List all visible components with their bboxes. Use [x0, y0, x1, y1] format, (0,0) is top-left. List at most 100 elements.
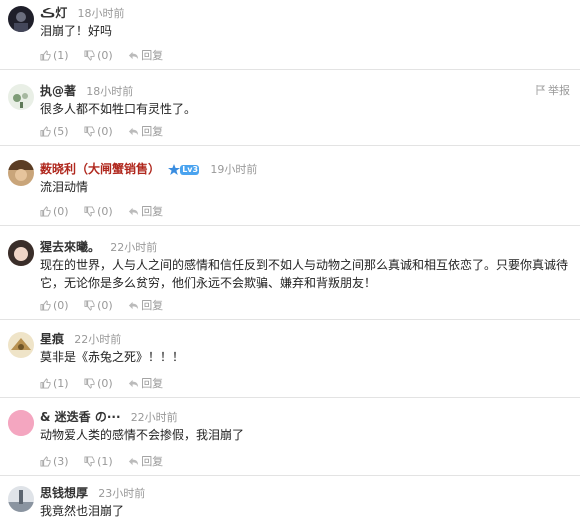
comment-text: 我竟然也泪崩了	[40, 504, 125, 518]
reply-button[interactable]: 回复	[128, 297, 163, 313]
avatar[interactable]	[8, 332, 34, 358]
reply-label: 回复	[141, 299, 164, 312]
comment-item: 猩去來曦。 22小时前 现在的世界，人与人之间的感情和信任反到不如人与动物之间那…	[0, 226, 580, 320]
thumb-down-icon	[84, 300, 95, 311]
username[interactable]: & 迷迭香 の··· 22小时前	[40, 408, 178, 425]
comment-item: 星痕 22小时前 莫非是《赤兔之死》！！！ (1) (0) 回复	[0, 320, 580, 398]
report-label: 举报	[548, 84, 570, 97]
timestamp: 22小时前	[130, 411, 178, 424]
username[interactable]: 星痕 22小时前	[40, 330, 121, 347]
avatar[interactable]	[8, 6, 34, 32]
thumb-up-icon	[40, 300, 51, 311]
reply-button[interactable]: 回复	[128, 375, 163, 391]
reply-icon	[129, 379, 139, 388]
downvote-button[interactable]: (0)	[84, 377, 113, 390]
username-text[interactable]: 猩去來曦。	[40, 240, 100, 254]
timestamp: 18小时前	[86, 85, 134, 98]
comment-text: 流泪动情	[40, 180, 89, 194]
comment-actions: (1) (0) 回复	[40, 375, 175, 391]
username-text[interactable]: 执@著	[40, 84, 76, 98]
reply-icon	[129, 207, 139, 216]
upvote-button[interactable]: (0)	[40, 205, 69, 218]
level-badge: Lv3	[168, 163, 200, 177]
downvote-button[interactable]: (1)	[84, 455, 113, 468]
comment-actions: (1) (0) 回复	[40, 47, 175, 63]
downvote-count: (0)	[97, 49, 113, 62]
timestamp: 19小时前	[210, 163, 258, 176]
reply-button[interactable]: 回复	[128, 47, 163, 63]
avatar[interactable]	[8, 410, 34, 436]
comment-actions: (0) (0) 回复	[40, 297, 175, 313]
reply-icon	[129, 457, 139, 466]
upvote-button[interactable]: (0)	[40, 299, 69, 312]
comment-actions: (3) (1) 回复	[40, 453, 175, 469]
reply-icon	[129, 51, 139, 60]
upvote-count: (0)	[53, 299, 69, 312]
avatar[interactable]	[8, 240, 34, 266]
downvote-button[interactable]: (0)	[84, 299, 113, 312]
downvote-count: (0)	[97, 299, 113, 312]
username-text[interactable]: 思钱想厚	[40, 486, 88, 500]
username[interactable]: 执@著 18小时前	[40, 82, 133, 99]
thumb-down-icon	[84, 378, 95, 389]
username-text[interactable]: ڪ灯	[40, 6, 67, 20]
upvote-count: (1)	[53, 49, 69, 62]
report-button[interactable]: 举报	[536, 82, 570, 98]
upvote-count: (0)	[53, 205, 69, 218]
thumb-up-icon	[40, 126, 51, 137]
username-text[interactable]: & 迷迭香 の···	[40, 410, 121, 424]
thumb-down-icon	[84, 126, 95, 137]
downvote-count: (0)	[97, 205, 113, 218]
comment-item: & 迷迭香 の··· 22小时前 动物爱人类的感情不会掺假，我泪崩了 (3) (…	[0, 398, 580, 476]
reply-button[interactable]: 回复	[128, 453, 163, 469]
avatar[interactable]	[8, 160, 34, 186]
upvote-count: (1)	[53, 377, 69, 390]
reply-icon	[129, 301, 139, 310]
thumb-up-icon	[40, 50, 51, 61]
timestamp: 22小时前	[110, 241, 158, 254]
username[interactable]: 思钱想厚 23小时前	[40, 484, 145, 501]
username[interactable]: ڪ灯 18小时前	[40, 4, 124, 21]
username-text[interactable]: 星痕	[40, 332, 64, 346]
comment-list: ڪ灯 18小时前 泪崩了！好吗 (1) (0) 回复 执@著 18小时前 举报	[0, 0, 580, 520]
upvote-button[interactable]: (5)	[40, 125, 69, 138]
reply-label: 回复	[141, 377, 164, 390]
avatar[interactable]	[8, 486, 34, 512]
comment-item: ڪ灯 18小时前 泪崩了！好吗 (1) (0) 回复	[0, 0, 580, 70]
reply-label: 回复	[141, 49, 164, 62]
downvote-button[interactable]: (0)	[84, 49, 113, 62]
username[interactable]: 薮晓利（大闸蟹销售） Lv3 19小时前	[40, 160, 257, 177]
comment-text: 现在的世界，人与人之间的感情和信任反到不如人与动物之间那么真诚和相互依恋了。只要…	[40, 258, 569, 290]
downvote-count: (1)	[97, 455, 113, 468]
reply-button[interactable]: 回复	[128, 123, 163, 139]
reply-button[interactable]: 回复	[128, 203, 163, 219]
timestamp: 23小时前	[98, 487, 146, 500]
thumb-down-icon	[84, 206, 95, 217]
thumb-down-icon	[84, 50, 95, 61]
reply-label: 回复	[141, 125, 164, 138]
upvote-count: (3)	[53, 455, 69, 468]
comment-actions: (5) (0) 回复	[40, 123, 175, 139]
comment-text: 很多人都不如牲口有灵性了。	[40, 102, 197, 116]
downvote-count: (0)	[97, 125, 113, 138]
reply-label: 回复	[141, 205, 164, 218]
comment-item: 薮晓利（大闸蟹销售） Lv3 19小时前 流泪动情 (0) (0) 回复	[0, 146, 580, 226]
comment-text: 动物爱人类的感情不会掺假，我泪崩了	[40, 428, 245, 442]
timestamp: 22小时前	[74, 333, 122, 346]
flag-icon	[536, 85, 546, 95]
thumb-down-icon	[84, 456, 95, 467]
upvote-button[interactable]: (1)	[40, 49, 69, 62]
username[interactable]: 猩去來曦。 22小时前	[40, 238, 157, 255]
upvote-count: (5)	[53, 125, 69, 138]
thumb-up-icon	[40, 456, 51, 467]
upvote-button[interactable]: (3)	[40, 455, 69, 468]
comment-text: 泪崩了！好吗	[40, 24, 113, 38]
downvote-button[interactable]: (0)	[84, 205, 113, 218]
username-text[interactable]: 薮晓利（大闸蟹销售）	[40, 162, 160, 176]
upvote-button[interactable]: (1)	[40, 377, 69, 390]
thumb-up-icon	[40, 206, 51, 217]
downvote-button[interactable]: (0)	[84, 125, 113, 138]
comment-actions: (0) (0) 回复	[40, 203, 175, 219]
avatar[interactable]	[8, 84, 34, 110]
reply-label: 回复	[141, 455, 164, 468]
